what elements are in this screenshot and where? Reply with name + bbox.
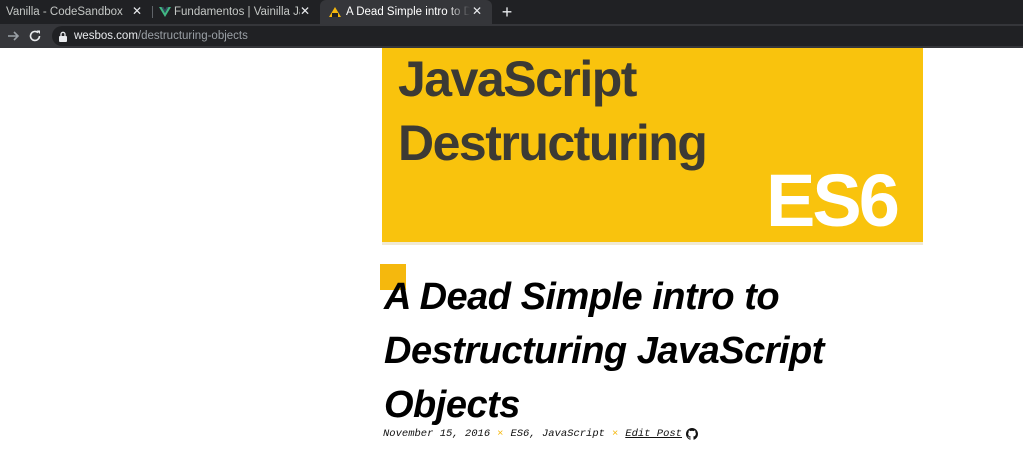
tab-strip: Vanilla - CodeSandbox ✕ Fundamentos | Va… xyxy=(0,0,1023,24)
meta-separator: × xyxy=(497,428,504,440)
browser-toolbar: wesbos.com/destructuring-objects xyxy=(0,24,1023,48)
hero-line-javascript: JavaScript xyxy=(398,51,637,107)
post-tags[interactable]: ES6, JavaScript xyxy=(510,428,605,440)
hero-image: JavaScript Destructuring ES6 xyxy=(382,48,923,244)
url-text: wesbos.com/destructuring-objects xyxy=(74,30,248,42)
hero-es6-badge: ES6 xyxy=(766,159,900,242)
post-date: November 15, 2016 xyxy=(383,428,491,440)
page-content: JavaScript Destructuring ES6 A Dead Simp… xyxy=(0,48,1023,460)
tab-title: A Dead Simple intro to Destructuring xyxy=(346,6,470,18)
tab-title: Fundamentos | Vainilla Javascript xyxy=(174,6,300,18)
address-bar[interactable]: wesbos.com/destructuring-objects xyxy=(52,26,1023,46)
github-icon[interactable] xyxy=(685,428,698,440)
post-meta: November 15, 2016 × ES6, JavaScript × Ed… xyxy=(383,428,698,440)
hero-divider xyxy=(382,242,923,245)
tab-close-icon[interactable]: ✕ xyxy=(130,4,144,18)
url-path: /destructuring-objects xyxy=(137,30,248,42)
tab-fundamentos[interactable]: Fundamentos | Vainilla Javascript ✕ xyxy=(152,0,320,24)
url-domain: wesbos.com xyxy=(74,30,138,42)
vue-icon xyxy=(159,7,171,17)
tab-codesandbox[interactable]: Vanilla - CodeSandbox ✕ xyxy=(0,0,152,24)
tab-close-icon[interactable]: ✕ xyxy=(470,4,484,18)
forward-arrow-icon[interactable] xyxy=(5,27,23,45)
tab-close-icon[interactable]: ✕ xyxy=(298,4,312,18)
tab-title: Vanilla - CodeSandbox xyxy=(6,6,123,18)
edit-post-link[interactable]: Edit Post xyxy=(625,428,682,440)
hero-line-destructuring: Destructuring xyxy=(398,115,708,171)
post-title: A Dead Simple intro to Destructuring Jav… xyxy=(384,276,824,426)
new-tab-button[interactable]: + xyxy=(498,2,516,22)
meta-separator: × xyxy=(611,428,619,440)
reload-icon[interactable] xyxy=(26,27,44,45)
tab-destructuring[interactable]: A Dead Simple intro to Destructuring ✕ xyxy=(320,0,492,24)
lock-icon[interactable] xyxy=(52,26,74,46)
